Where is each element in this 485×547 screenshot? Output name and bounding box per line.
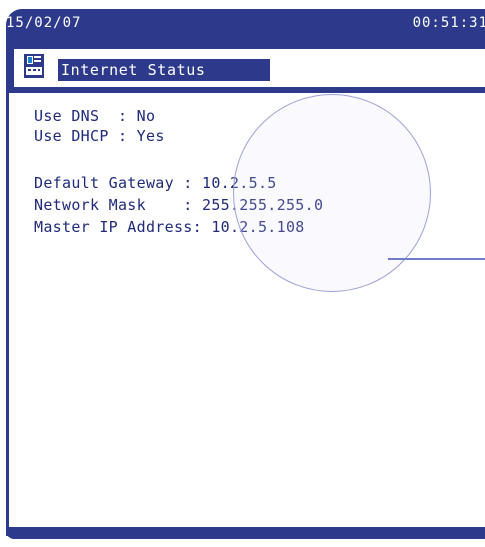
device-screen: 15/02/07 00:51:31 Internet Status Use DN… bbox=[0, 0, 485, 547]
network-device-icon bbox=[24, 54, 44, 78]
setting-row-dns: Use DNS : No bbox=[34, 106, 155, 126]
setting-value: Yes bbox=[136, 127, 165, 145]
status-time: 00:51:31 bbox=[412, 15, 485, 31]
setting-value: No bbox=[136, 107, 156, 125]
network-separator: : bbox=[183, 196, 193, 214]
network-label: Master IP Address bbox=[34, 218, 193, 236]
highlight-circle bbox=[233, 94, 431, 292]
network-label: Default Gateway bbox=[34, 174, 184, 192]
callout-line bbox=[388, 258, 485, 260]
setting-separator: : bbox=[117, 127, 128, 145]
page-title: Internet Status bbox=[58, 59, 270, 81]
network-label: Network Mask bbox=[34, 196, 184, 214]
network-separator: : bbox=[192, 218, 202, 236]
setting-separator: : bbox=[117, 107, 128, 125]
status-date: 15/02/07 bbox=[6, 15, 82, 31]
network-separator: : bbox=[183, 174, 193, 192]
setting-label: Use DHCP bbox=[34, 127, 118, 145]
setting-row-dhcp: Use DHCP : Yes bbox=[34, 126, 165, 146]
setting-label: Use DNS bbox=[34, 107, 118, 125]
frame-bottom-border bbox=[6, 527, 485, 539]
